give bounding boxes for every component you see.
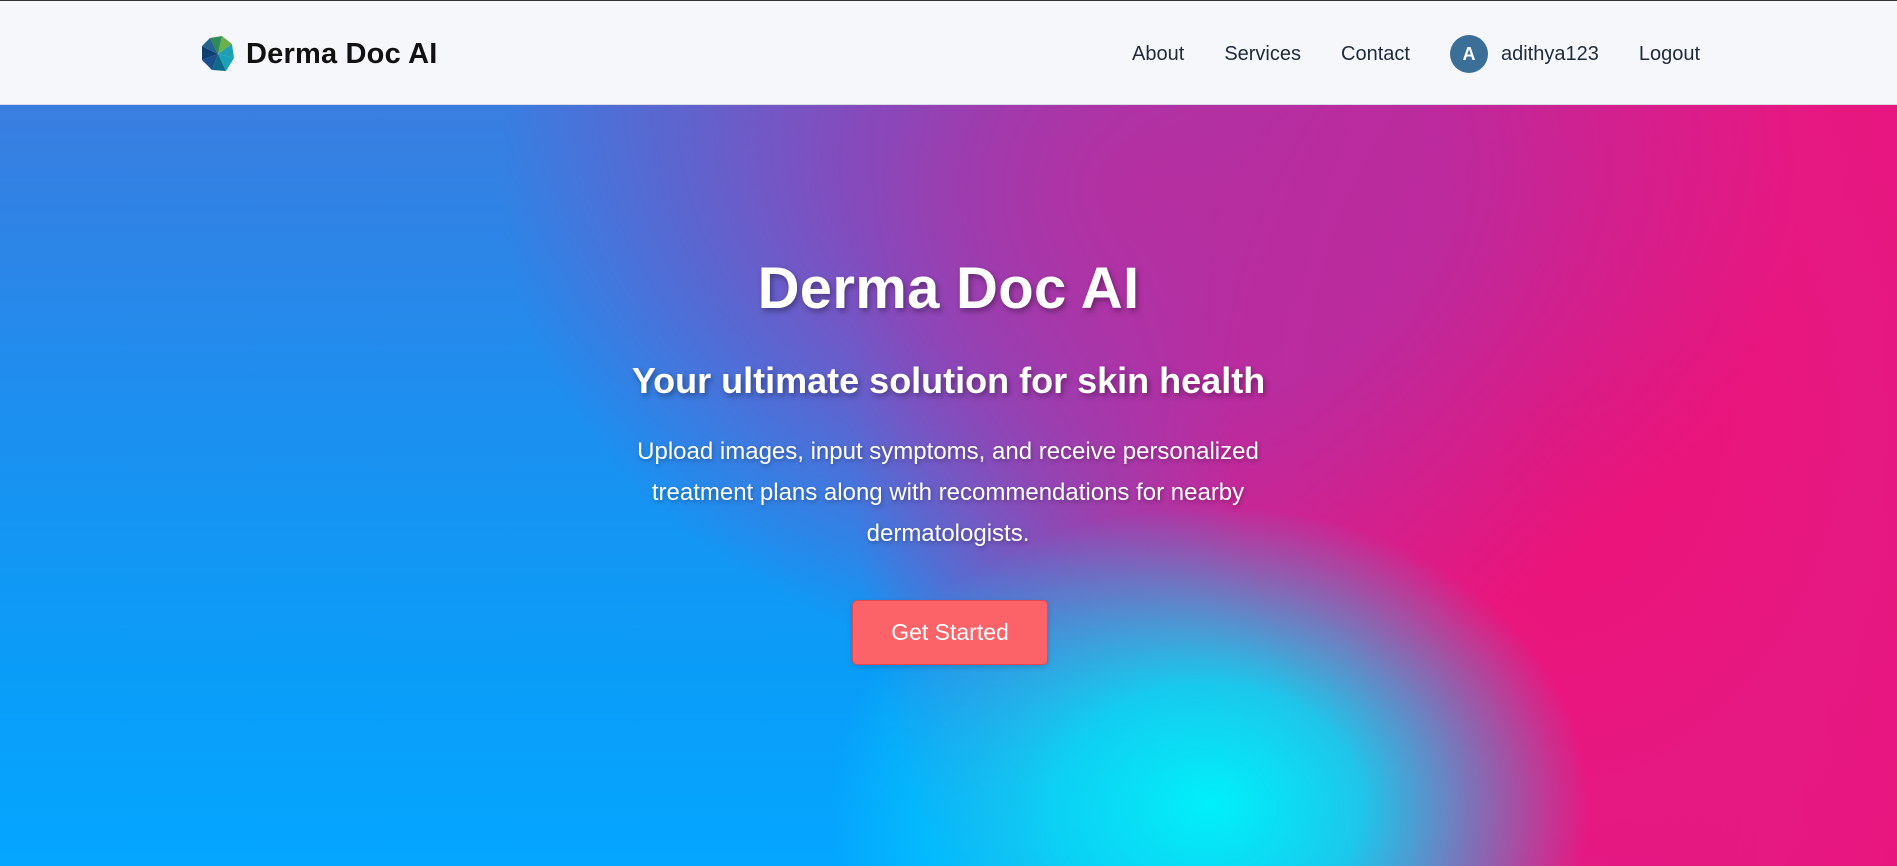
brand-name: Derma Doc AI — [246, 37, 438, 70]
aperture-logo-icon — [202, 36, 234, 71]
hero-title: Derma Doc AI — [757, 256, 1140, 321]
logout-link[interactable]: Logout — [1639, 43, 1700, 66]
nav-link-services[interactable]: Services — [1224, 43, 1301, 66]
nav-links: About Services Contact A adithya123 Logo… — [1132, 34, 1700, 74]
user-profile[interactable]: A adithya123 — [1449, 35, 1599, 73]
brand-link[interactable]: Derma Doc AI — [198, 34, 438, 74]
hero-section: Derma Doc AI Your ultimate solution for … — [0, 105, 1897, 866]
hero-description: Upload images, input symptoms, and recei… — [637, 438, 1259, 547]
navbar: Derma Doc AI About Services Contact A ad… — [0, 0, 1897, 105]
get-started-button[interactable]: Get Started — [852, 600, 1048, 665]
nav-link-about[interactable]: About — [1132, 43, 1184, 66]
nav-link-contact[interactable]: Contact — [1341, 43, 1410, 66]
username: adithya123 — [1500, 42, 1599, 65]
avatar: A — [1449, 35, 1488, 73]
hero-subtitle: Your ultimate solution for skin health — [631, 360, 1266, 401]
